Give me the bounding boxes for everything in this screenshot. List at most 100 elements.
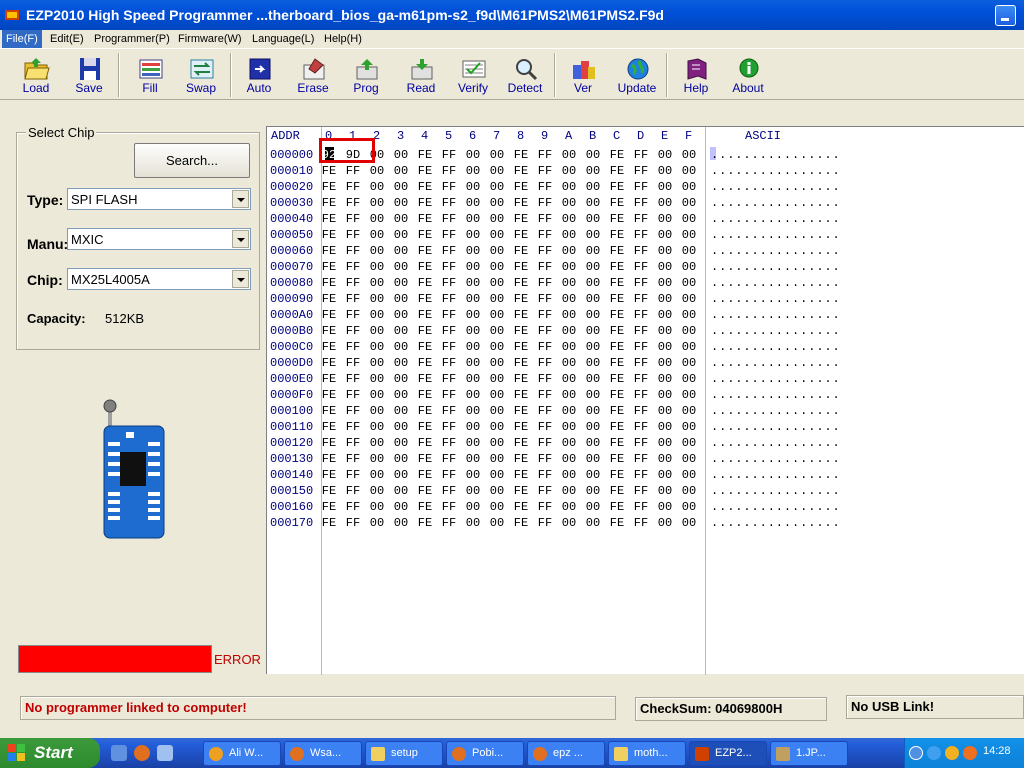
menu-edit[interactable]: Edit(E) (46, 30, 88, 48)
byte-cell[interactable]: FF (438, 420, 460, 434)
byte-cell[interactable]: 00 (390, 516, 412, 530)
byte-cell[interactable]: FE (606, 484, 628, 498)
byte-cell[interactable]: FF (630, 212, 652, 226)
byte-cell[interactable]: FE (606, 388, 628, 402)
byte-cell[interactable]: 00 (486, 436, 508, 450)
byte-cell[interactable]: FE (606, 420, 628, 434)
byte-cell[interactable]: FF (630, 436, 652, 450)
byte-cell[interactable]: FF (534, 212, 556, 226)
byte-cell[interactable]: 00 (366, 308, 388, 322)
byte-cell[interactable]: FE (606, 260, 628, 274)
byte-cell[interactable]: 00 (678, 308, 700, 322)
byte-cell[interactable]: FE (318, 276, 340, 290)
byte-cell[interactable]: 00 (366, 212, 388, 226)
byte-cell[interactable]: FF (438, 324, 460, 338)
byte-cell[interactable]: FE (414, 468, 436, 482)
task-button[interactable]: Wsa... (284, 741, 362, 766)
byte-cell[interactable]: FE (510, 276, 532, 290)
byte-cell[interactable]: 00 (390, 388, 412, 402)
byte-cell[interactable]: FE (606, 228, 628, 242)
byte-cell[interactable]: FE (510, 260, 532, 274)
byte-cell[interactable]: 00 (678, 484, 700, 498)
byte-cell[interactable]: 00 (678, 164, 700, 178)
byte-cell[interactable]: 00 (582, 452, 604, 466)
byte-cell[interactable]: FE (318, 436, 340, 450)
task-button[interactable]: Ali W... (203, 741, 281, 766)
byte-cell[interactable]: FE (318, 164, 340, 178)
byte-cell[interactable]: FE (606, 436, 628, 450)
byte-cell[interactable]: FF (342, 484, 364, 498)
manu-select[interactable]: MXIC (67, 228, 251, 250)
byte-cell[interactable]: FE (606, 356, 628, 370)
byte-cell[interactable]: 00 (558, 516, 580, 530)
byte-cell[interactable]: 00 (582, 420, 604, 434)
byte-cell[interactable]: 00 (366, 260, 388, 274)
byte-cell[interactable]: 00 (462, 516, 484, 530)
byte-cell[interactable]: FE (318, 212, 340, 226)
byte-cell[interactable]: FE (510, 292, 532, 306)
byte-cell[interactable]: FF (534, 436, 556, 450)
byte-cell[interactable]: 00 (366, 452, 388, 466)
byte-cell[interactable]: FF (630, 516, 652, 530)
byte-cell[interactable]: 00 (558, 420, 580, 434)
byte-cell[interactable]: FF (630, 260, 652, 274)
byte-cell[interactable]: FF (630, 148, 652, 162)
help-button[interactable]: Help (671, 53, 721, 97)
task-button[interactable]: Pobi... (446, 741, 524, 766)
byte-cell[interactable]: FF (438, 292, 460, 306)
byte-cell[interactable]: 00 (390, 148, 412, 162)
byte-cell[interactable]: 00 (486, 308, 508, 322)
byte-cell[interactable]: 00 (462, 484, 484, 498)
byte-cell[interactable]: 00 (558, 356, 580, 370)
byte-cell[interactable]: 00 (462, 356, 484, 370)
byte-cell[interactable]: 00 (390, 484, 412, 498)
byte-cell[interactable]: 00 (462, 180, 484, 194)
byte-cell[interactable]: 00 (390, 196, 412, 210)
byte-cell[interactable]: 00 (582, 372, 604, 386)
byte-cell[interactable]: 00 (366, 276, 388, 290)
byte-cell[interactable]: 00 (486, 164, 508, 178)
byte-cell[interactable]: FF (630, 468, 652, 482)
byte-cell[interactable]: 00 (390, 180, 412, 194)
byte-cell[interactable]: FF (342, 212, 364, 226)
byte-cell[interactable]: 00 (558, 452, 580, 466)
chevron-left-icon[interactable] (909, 746, 923, 760)
byte-cell[interactable]: 00 (366, 356, 388, 370)
byte-cell[interactable]: FE (414, 180, 436, 194)
byte-cell[interactable]: FF (342, 324, 364, 338)
byte-cell[interactable]: FF (534, 244, 556, 258)
erase-button[interactable]: Erase (288, 53, 338, 97)
byte-cell[interactable]: FE (606, 276, 628, 290)
byte-cell[interactable]: 00 (486, 484, 508, 498)
byte-cell[interactable]: 00 (486, 340, 508, 354)
update-button[interactable]: Update (612, 53, 662, 97)
byte-cell[interactable]: FE (414, 148, 436, 162)
byte-cell[interactable]: 00 (558, 180, 580, 194)
verify-button[interactable]: Verify (448, 53, 498, 97)
byte-cell[interactable]: FF (534, 260, 556, 274)
byte-cell[interactable]: 00 (462, 292, 484, 306)
byte-cell[interactable]: 00 (462, 420, 484, 434)
byte-cell[interactable]: 00 (558, 276, 580, 290)
byte-cell[interactable]: FE (318, 420, 340, 434)
byte-cell[interactable]: FE (510, 388, 532, 402)
byte-cell[interactable]: FE (414, 212, 436, 226)
detect-button[interactable]: Detect (500, 53, 550, 97)
desktop-icon[interactable] (111, 745, 127, 761)
menu-language[interactable]: Language(L) (248, 30, 318, 48)
task-button[interactable]: epz ... (527, 741, 605, 766)
task-button[interactable]: 1.JP... (770, 741, 848, 766)
hex-editor[interactable]: ADDR 0 1 2 3 4 5 6 7 8 9 A B C D E F ASCII 000000 92 9D 00 00 F… (266, 126, 1024, 675)
search-button[interactable]: Search... (134, 143, 250, 178)
byte-cell[interactable]: FE (510, 180, 532, 194)
byte-cell[interactable]: 00 (486, 276, 508, 290)
byte-cell[interactable]: 00 (558, 388, 580, 402)
byte-cell[interactable]: 00 (654, 324, 676, 338)
byte-cell[interactable]: 00 (366, 516, 388, 530)
byte-cell[interactable]: FF (342, 420, 364, 434)
byte-cell[interactable]: FF (534, 308, 556, 322)
byte-cell[interactable]: FF (342, 500, 364, 514)
byte-cell[interactable]: 00 (678, 260, 700, 274)
byte-cell[interactable]: FF (534, 356, 556, 370)
byte-cell[interactable]: FF (342, 180, 364, 194)
